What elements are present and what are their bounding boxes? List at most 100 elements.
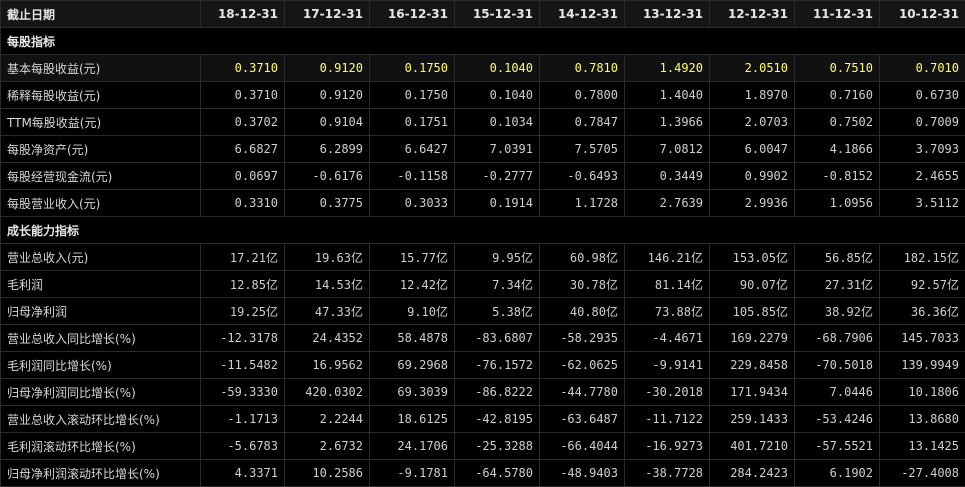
- value-cell: 1.3966: [625, 109, 710, 136]
- date-header[interactable]: 17-12-31: [285, 1, 370, 28]
- value-cell: -11.5482: [201, 352, 285, 379]
- table-row[interactable]: 每股经营现金流(元)0.0697-0.6176-0.1158-0.2777-0.…: [1, 163, 965, 190]
- value-cell: 0.1750: [370, 82, 455, 109]
- value-cell: 146.21亿: [625, 244, 710, 271]
- value-cell: 0.1040: [455, 55, 540, 82]
- row-label: 毛利润: [1, 271, 201, 298]
- value-cell: 0.3033: [370, 190, 455, 217]
- value-cell: 6.6427: [370, 136, 455, 163]
- row-label: 每股经营现金流(元): [1, 163, 201, 190]
- value-cell: 19.63亿: [285, 244, 370, 271]
- value-cell: 13.1425: [880, 433, 965, 460]
- date-header[interactable]: 13-12-31: [625, 1, 710, 28]
- table-row[interactable]: 每股净资产(元)6.68276.28996.64277.03917.57057.…: [1, 136, 965, 163]
- table-row[interactable]: 毛利润滚动环比增长(%)-5.67832.673224.1706-25.3288…: [1, 433, 965, 460]
- date-header[interactable]: 11-12-31: [795, 1, 880, 28]
- value-cell: -4.4671: [625, 325, 710, 352]
- value-cell: 13.8680: [880, 406, 965, 433]
- value-cell: 47.33亿: [285, 298, 370, 325]
- value-cell: -16.9273: [625, 433, 710, 460]
- value-cell: 2.7639: [625, 190, 710, 217]
- value-cell: 4.3371: [201, 460, 285, 487]
- value-cell: 38.92亿: [795, 298, 880, 325]
- value-cell: -48.9403: [540, 460, 625, 487]
- value-cell: -86.8222: [455, 379, 540, 406]
- financial-indicators-table: 截止日期 18-12-31 17-12-31 16-12-31 15-12-31…: [0, 0, 965, 469]
- value-cell: 0.3710: [201, 82, 285, 109]
- value-cell: 92.57亿: [880, 271, 965, 298]
- table-row[interactable]: TTM每股收益(元)0.37020.91040.17510.10340.7847…: [1, 109, 965, 136]
- value-cell: 2.4655: [880, 163, 965, 190]
- value-cell: 16.9562: [285, 352, 370, 379]
- value-cell: 139.9949: [880, 352, 965, 379]
- value-cell: -76.1572: [455, 352, 540, 379]
- value-cell: -0.1158: [370, 163, 455, 190]
- value-cell: 18.6125: [370, 406, 455, 433]
- table-row[interactable]: 归母净利润同比增长(%)-59.3330420.030269.3039-86.8…: [1, 379, 965, 406]
- value-cell: 56.85亿: [795, 244, 880, 271]
- row-label: 毛利润同比增长(%): [1, 352, 201, 379]
- value-cell: -64.5780: [455, 460, 540, 487]
- row-label: 基本每股收益(元): [1, 55, 201, 82]
- date-header[interactable]: 14-12-31: [540, 1, 625, 28]
- value-cell: 90.07亿: [710, 271, 795, 298]
- value-cell: 0.9120: [285, 82, 370, 109]
- section-header-row: 成长能力指标: [1, 217, 965, 244]
- date-header[interactable]: 12-12-31: [710, 1, 795, 28]
- value-cell: 7.0391: [455, 136, 540, 163]
- value-cell: 12.42亿: [370, 271, 455, 298]
- table-row[interactable]: 每股营业收入(元)0.33100.37750.30330.19141.17282…: [1, 190, 965, 217]
- value-cell: 0.1914: [455, 190, 540, 217]
- table-row[interactable]: 营业总收入同比增长(%)-12.317824.435258.4878-83.68…: [1, 325, 965, 352]
- value-cell: 420.0302: [285, 379, 370, 406]
- row-label: 营业总收入(元): [1, 244, 201, 271]
- value-cell: -83.6807: [455, 325, 540, 352]
- value-cell: -59.3330: [201, 379, 285, 406]
- value-cell: 0.7009: [880, 109, 965, 136]
- table-row[interactable]: 营业总收入滚动环比增长(%)-1.17132.224418.6125-42.81…: [1, 406, 965, 433]
- date-header-label: 截止日期: [1, 1, 201, 28]
- table-row[interactable]: 毛利润同比增长(%)-11.548216.956269.2968-76.1572…: [1, 352, 965, 379]
- date-header[interactable]: 18-12-31: [201, 1, 285, 28]
- value-cell: 182.15亿: [880, 244, 965, 271]
- value-cell: -30.2018: [625, 379, 710, 406]
- value-cell: 73.88亿: [625, 298, 710, 325]
- table-row[interactable]: 营业总收入(元)17.21亿19.63亿15.77亿9.95亿60.98亿146…: [1, 244, 965, 271]
- value-cell: 5.38亿: [455, 298, 540, 325]
- value-cell: 6.1902: [795, 460, 880, 487]
- table-row[interactable]: 毛利润12.85亿14.53亿12.42亿7.34亿30.78亿81.14亿90…: [1, 271, 965, 298]
- value-cell: -0.2777: [455, 163, 540, 190]
- table-row[interactable]: 归母净利润19.25亿47.33亿9.10亿5.38亿40.80亿73.88亿1…: [1, 298, 965, 325]
- table-row[interactable]: 归母净利润滚动环比增长(%)4.337110.2586-9.1781-64.57…: [1, 460, 965, 487]
- value-cell: 153.05亿: [710, 244, 795, 271]
- row-label: TTM每股收益(元): [1, 109, 201, 136]
- table-row[interactable]: 基本每股收益(元)0.37100.91200.17500.10400.78101…: [1, 55, 965, 82]
- table-row[interactable]: 稀释每股收益(元)0.37100.91200.17500.10400.78001…: [1, 82, 965, 109]
- value-cell: 284.2423: [710, 460, 795, 487]
- date-header[interactable]: 15-12-31: [455, 1, 540, 28]
- value-cell: 10.1806: [880, 379, 965, 406]
- value-cell: -57.5521: [795, 433, 880, 460]
- value-cell: 2.6732: [285, 433, 370, 460]
- value-cell: 0.6730: [880, 82, 965, 109]
- date-header[interactable]: 16-12-31: [370, 1, 455, 28]
- value-cell: -9.9141: [625, 352, 710, 379]
- value-cell: 30.78亿: [540, 271, 625, 298]
- value-cell: 2.2244: [285, 406, 370, 433]
- value-cell: 10.2586: [285, 460, 370, 487]
- value-cell: -58.2935: [540, 325, 625, 352]
- value-cell: -53.4246: [795, 406, 880, 433]
- value-cell: 0.7847: [540, 109, 625, 136]
- row-label: 归母净利润滚动环比增长(%): [1, 460, 201, 487]
- date-header[interactable]: 10-12-31: [880, 1, 965, 28]
- value-cell: 27.31亿: [795, 271, 880, 298]
- value-cell: 0.3310: [201, 190, 285, 217]
- value-cell: 4.1866: [795, 136, 880, 163]
- value-cell: -25.3288: [455, 433, 540, 460]
- value-cell: 0.1040: [455, 82, 540, 109]
- row-label: 归母净利润: [1, 298, 201, 325]
- row-label: 毛利润滚动环比增长(%): [1, 433, 201, 460]
- value-cell: 105.85亿: [710, 298, 795, 325]
- value-cell: 2.0510: [710, 55, 795, 82]
- row-label: 每股净资产(元): [1, 136, 201, 163]
